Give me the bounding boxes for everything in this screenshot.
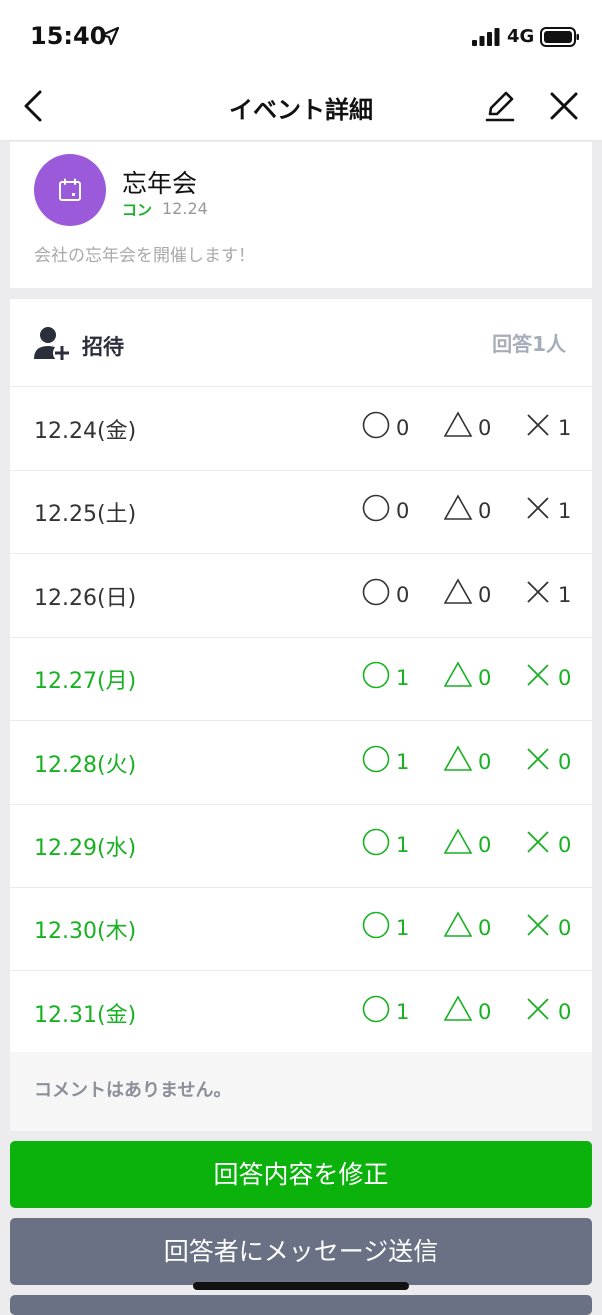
attend-maybe-number: 0: [478, 582, 492, 607]
date-option-row[interactable]: 12.30(木) 1 0 0: [10, 887, 592, 972]
status-time: 15:40: [30, 22, 107, 50]
attend-ng-number: 0: [558, 749, 572, 774]
attend-ok-number: 1: [396, 749, 410, 774]
partial-button[interactable]: [10, 1295, 592, 1315]
cross-icon: [524, 660, 554, 694]
triangle-icon: [443, 410, 474, 444]
date-option-row[interactable]: 12.27(月) 1 0 0: [10, 637, 592, 722]
triangle-icon: [443, 910, 474, 944]
attend-ng-number: 0: [558, 666, 572, 691]
battery-icon: [540, 27, 579, 47]
cross-icon: [524, 994, 554, 1028]
home-indicator: [193, 1282, 409, 1290]
date-option-row[interactable]: 12.24(金) 0 0 1: [10, 387, 592, 471]
circle-icon: [362, 660, 392, 694]
edit-answer-button[interactable]: 回答内容を修正: [10, 1141, 592, 1208]
event-organizer: コン: [122, 201, 153, 219]
attend-ng-number: 1: [558, 582, 572, 607]
cross-icon: [524, 493, 554, 527]
network-type: 4G: [507, 26, 535, 47]
date-option-row[interactable]: 12.25(土) 0 0 1: [10, 470, 592, 555]
attend-ok-number: 0: [396, 416, 410, 440]
comments-empty-text: コメントはありません。: [34, 1080, 232, 1101]
date-option-row[interactable]: 12.26(日) 0 0 1: [10, 554, 592, 638]
circle-icon: [362, 493, 392, 527]
circle-icon: [362, 744, 392, 778]
attend-ok-number: 0: [396, 499, 410, 524]
cross-icon: [524, 744, 554, 778]
status-bar: 15:40 4G: [0, 0, 602, 72]
attend-maybe-number: 0: [478, 416, 492, 440]
cross-icon: [524, 410, 554, 444]
date-option-label: 12.31(金): [34, 1002, 137, 1028]
cross-icon: [524, 910, 554, 944]
close-icon[interactable]: [546, 88, 582, 124]
date-option-row[interactable]: 12.29(水) 1 0 0: [10, 804, 592, 888]
attend-ok-number: 1: [396, 833, 410, 857]
date-option-label: 12.24(金): [34, 419, 137, 444]
message-answerers-button[interactable]: 回答者にメッセージ送信: [10, 1218, 592, 1285]
event-date: 12.24: [162, 199, 208, 218]
triangle-icon: [443, 744, 474, 778]
date-option-label: 12.25(土): [34, 502, 137, 528]
invite-header[interactable]: 招待 回答1人: [10, 299, 592, 387]
location-arrow-icon: [100, 26, 120, 46]
triangle-icon: [443, 660, 474, 694]
attend-maybe-number: 0: [478, 999, 492, 1024]
invite-user-icon: [34, 327, 71, 362]
event-description: 会社の忘年会を開催します！: [34, 246, 255, 266]
circle-icon: [362, 410, 392, 444]
signal-icon: [472, 28, 500, 46]
date-option-row[interactable]: 12.31(金) 1 0 0: [10, 971, 592, 1055]
date-option-label: 12.27(月): [34, 669, 137, 695]
attend-maybe-number: 0: [478, 916, 492, 941]
date-option-label: 12.28(火): [34, 752, 137, 778]
date-option-label: 12.26(日): [34, 585, 137, 611]
answer-count: 回答1人: [492, 332, 566, 356]
attend-maybe-number: 0: [478, 666, 492, 691]
attend-ok-number: 1: [396, 916, 410, 941]
attend-ng-number: 0: [558, 833, 572, 857]
date-option-label: 12.30(木): [34, 919, 137, 945]
circle-icon: [362, 994, 392, 1028]
schedule-card: 招待 回答1人 12.24(金) 0 0 1 12.25(土) 0 0 1 12.26(日) 0 0…: [10, 299, 592, 1131]
triangle-icon: [443, 994, 474, 1028]
attend-maybe-number: 0: [478, 749, 492, 774]
circle-icon: [362, 827, 392, 861]
triangle-icon: [443, 827, 474, 861]
attend-ng-number: 0: [558, 999, 572, 1024]
triangle-icon: [443, 493, 474, 527]
attend-ok-number: 1: [396, 999, 410, 1024]
triangle-icon: [443, 577, 474, 611]
date-option-row[interactable]: 12.28(火) 1 0 0: [10, 721, 592, 805]
circle-icon: [362, 910, 392, 944]
cross-icon: [524, 827, 554, 861]
attend-ok-number: 0: [396, 582, 410, 607]
attend-maybe-number: 0: [478, 833, 492, 857]
comments-section: コメントはありません。: [10, 1052, 592, 1131]
circle-icon: [362, 577, 392, 611]
invite-label: 招待: [82, 335, 124, 359]
nav-bar: イベント詳細: [0, 72, 602, 141]
edit-pencil-icon[interactable]: [482, 88, 518, 124]
attend-ng-number: 0: [558, 916, 572, 941]
event-card: 忘年会 コン 12.24 会社の忘年会を開催します！: [10, 142, 592, 288]
attend-ng-number: 1: [558, 416, 572, 440]
attend-ng-number: 1: [558, 499, 572, 524]
date-option-label: 12.29(水): [34, 836, 137, 861]
attend-ok-number: 1: [396, 666, 410, 691]
event-name: 忘年会: [122, 169, 198, 198]
attend-maybe-number: 0: [478, 499, 492, 524]
calendar-icon: [59, 178, 81, 201]
event-avatar: [34, 154, 106, 226]
cross-icon: [524, 577, 554, 611]
